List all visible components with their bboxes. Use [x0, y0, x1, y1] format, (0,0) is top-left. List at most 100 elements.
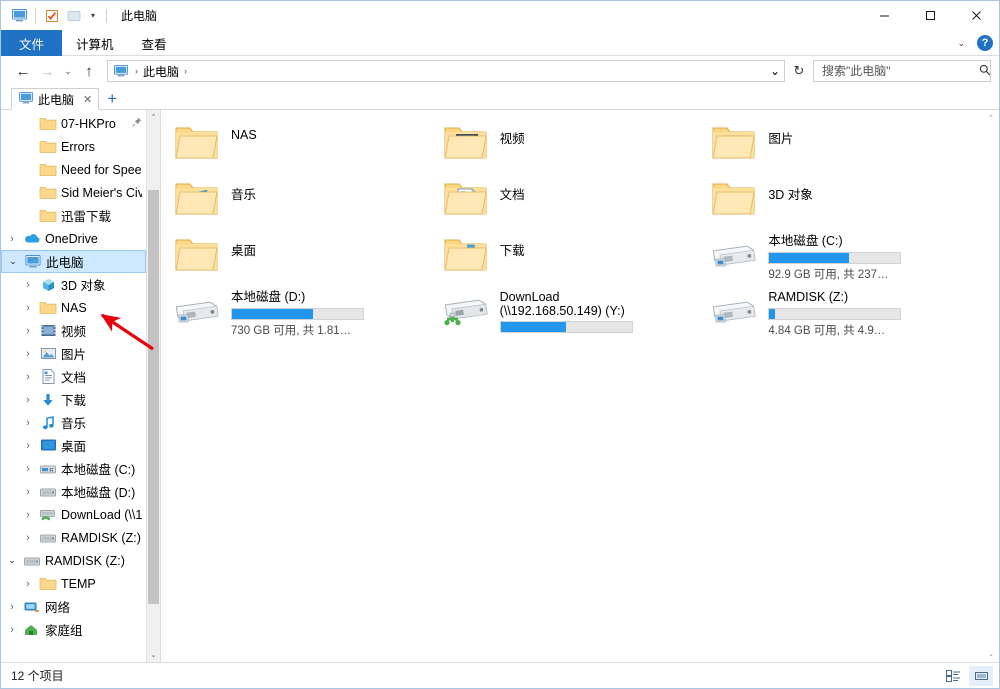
sidebar-item-ramdisk-z[interactable]: › RAMDISK (Z:) [1, 526, 146, 549]
forward-button[interactable]: → [35, 59, 59, 83]
sidebar-item-3d[interactable]: › 3D 对象 [1, 273, 146, 296]
chevron-right-icon[interactable]: › [21, 348, 35, 360]
chevron-down-icon[interactable]: ⌄ [6, 256, 20, 267]
ribbon-tabs: 文件 计算机 查看 [1, 30, 181, 56]
sidebar-item-[interactable]: › 文档 [1, 365, 146, 388]
sidebar-item-[interactable]: ⌄ 此电脑 [1, 250, 146, 273]
address-dropdown-icon[interactable]: ⌄ [770, 64, 780, 78]
chevron-right-icon[interactable]: › [21, 532, 35, 544]
folder-item[interactable]: 下载 [438, 228, 707, 284]
chevron-right-icon[interactable]: › [21, 417, 35, 429]
sidebar-item-[interactable]: › 网络 [1, 595, 146, 618]
tab-computer[interactable]: 计算机 [62, 30, 128, 56]
sidebar-item-[interactable]: › 桌面 [1, 434, 146, 457]
sidebar-item-download-19[interactable]: › DownLoad (\\19 [1, 503, 146, 526]
search-icon[interactable] [979, 64, 991, 79]
chevron-right-icon[interactable]: › [21, 578, 35, 590]
chevron-right-icon[interactable]: › [5, 601, 19, 613]
sidebar-item-temp[interactable]: › TEMP [1, 572, 146, 595]
breadcrumb-separator-end[interactable]: › [179, 66, 192, 76]
up-button[interactable]: ↑ [77, 59, 101, 83]
chevron-right-icon[interactable]: › [5, 233, 19, 245]
folder-item[interactable]: 图片 [706, 116, 975, 172]
sidebar-item-label: NAS [61, 300, 87, 315]
chevron-right-icon[interactable]: › [21, 371, 35, 383]
minimize-button[interactable] [861, 1, 907, 30]
explorer-tab[interactable]: 此电脑 ✕ [11, 88, 100, 110]
scroll-down-icon[interactable]: ⌄ [983, 646, 999, 662]
chevron-right-icon[interactable]: › [21, 302, 35, 314]
sidebar-item-c[interactable]: › 本地磁盘 (C:) [1, 457, 146, 480]
chevron-right-icon[interactable]: › [21, 394, 35, 406]
folder-label: 图片 [768, 132, 794, 146]
folder-item[interactable]: 视频 [438, 116, 707, 172]
sidebar-item-label: 文档 [61, 371, 87, 385]
scroll-down-icon[interactable]: ⌄ [147, 648, 160, 662]
details-view-button[interactable] [941, 666, 965, 686]
close-button[interactable] [953, 1, 999, 30]
chevron-right-icon[interactable]: › [21, 440, 35, 452]
sidebar-item-[interactable]: › 家庭组 [1, 618, 146, 641]
chevron-right-icon[interactable]: › [21, 279, 35, 291]
sidebar-item-need-for-speed[interactable]: Need for Speed [1, 158, 146, 181]
search-input[interactable] [820, 63, 979, 79]
drive-item[interactable]: DownLoad (\\192.168.50.149) (Y:) [438, 284, 707, 340]
chevron-right-icon[interactable]: › [21, 509, 35, 521]
sidebar-item-07-hkpro[interactable]: 07-HKPro [1, 112, 146, 135]
pin-icon[interactable] [132, 117, 142, 130]
help-icon[interactable]: ? [977, 35, 993, 51]
address-path-box[interactable]: › 此电脑 › ⌄ [107, 60, 785, 82]
scrollbar-thumb[interactable] [148, 190, 159, 604]
close-icon[interactable]: ✕ [83, 93, 92, 106]
sidebar-item-[interactable]: › 音乐 [1, 411, 146, 434]
this-pc-icon[interactable] [9, 6, 29, 26]
content-scrollbar[interactable]: ⌃ ⌄ [983, 110, 999, 662]
search-box[interactable] [813, 60, 991, 82]
chevron-down-icon[interactable]: ⌄ [951, 38, 971, 49]
sidebar-item-label: 本地磁盘 (C:) [61, 463, 136, 477]
sidebar-item-label: 此电脑 [46, 256, 84, 270]
folder-label: 3D 对象 [768, 188, 813, 202]
new-tab-button[interactable]: + [99, 90, 125, 107]
sidebar-item-d[interactable]: › 本地磁盘 (D:) [1, 480, 146, 503]
maximize-button[interactable] [907, 1, 953, 30]
folder-item[interactable]: 文档 [438, 172, 707, 228]
chevron-right-icon[interactable]: › [5, 624, 19, 636]
folder-item[interactable]: NAS [169, 116, 438, 172]
scroll-up-icon[interactable]: ⌃ [983, 110, 999, 126]
sidebar-item-errors[interactable]: Errors [1, 135, 146, 158]
navigation-scrollbar[interactable]: ⌃ ⌄ [146, 110, 160, 662]
properties-icon[interactable] [42, 6, 62, 26]
sidebar-item-ramdisk-z[interactable]: ⌄ RAMDISK (Z:) [1, 549, 146, 572]
folder-downloads-icon [442, 234, 490, 278]
sidebar-item-[interactable]: 迅雷下载 [1, 204, 146, 227]
chevron-down-icon[interactable]: ⌄ [5, 555, 19, 566]
large-icons-view-button[interactable] [969, 665, 993, 686]
sidebar-item-[interactable]: › 下载 [1, 388, 146, 411]
breadcrumb-this-pc[interactable]: 此电脑 [143, 63, 179, 80]
sidebar-item-nas[interactable]: › NAS [1, 296, 146, 319]
sidebar-item-onedrive[interactable]: › OneDrive [1, 227, 146, 250]
back-button[interactable]: ← [11, 59, 35, 83]
sidebar-item-[interactable]: › 视频 [1, 319, 146, 342]
chevron-right-icon[interactable]: › [21, 463, 35, 475]
folder-icon [39, 576, 57, 591]
folder-item[interactable]: 3D 对象 [706, 172, 975, 228]
folder-item[interactable]: 音乐 [169, 172, 438, 228]
chevron-right-icon[interactable]: › [21, 486, 35, 498]
folder-item[interactable]: 桌面 [169, 228, 438, 284]
refresh-button[interactable]: ↻ [789, 63, 809, 79]
drive-item[interactable]: 本地磁盘 (D:) 730 GB 可用, 共 1.81… [169, 284, 438, 340]
tab-view[interactable]: 查看 [128, 30, 181, 56]
chevron-right-icon[interactable]: › [21, 325, 35, 337]
new-folder-icon[interactable] [64, 6, 84, 26]
sidebar-item-sid-meier-s-civil[interactable]: Sid Meier's Civil [1, 181, 146, 204]
scroll-up-icon[interactable]: ⌃ [147, 110, 160, 124]
drive-item[interactable]: RAMDISK (Z:) 4.84 GB 可用, 共 4.9… [706, 284, 975, 340]
sidebar-item-[interactable]: › 图片 [1, 342, 146, 365]
tab-file[interactable]: 文件 [1, 30, 63, 56]
folder-icon [39, 185, 57, 200]
recent-locations-icon[interactable]: ⌄ [59, 59, 77, 83]
drive-item[interactable]: 本地磁盘 (C:) 92.9 GB 可用, 共 237… [706, 228, 975, 284]
qat-dropdown-icon[interactable]: ▾ [86, 6, 100, 26]
